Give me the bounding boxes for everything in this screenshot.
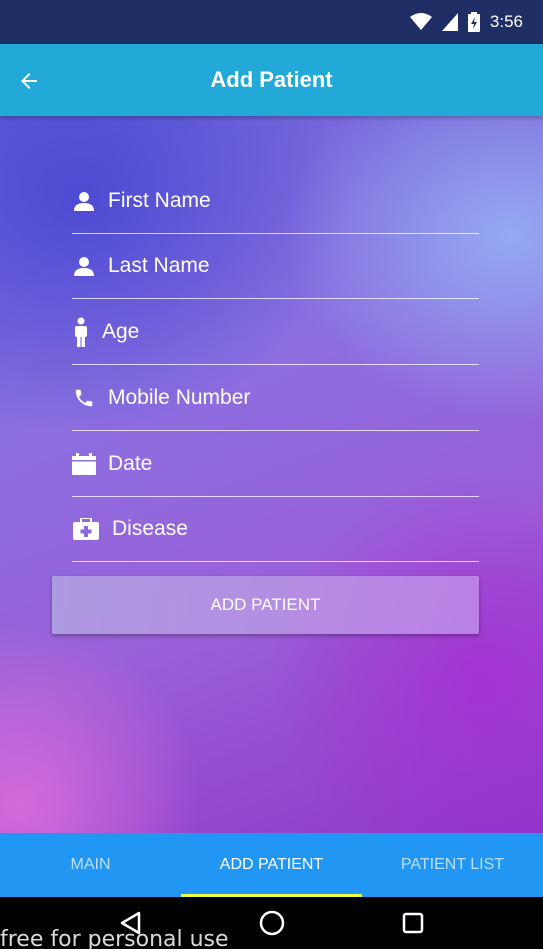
tab-main[interactable]: MAIN: [0, 833, 181, 897]
tab-add-patient-label: ADD PATIENT: [219, 856, 324, 873]
bottom-tab-bar: MAIN ADD PATIENT PATIENT LIST: [0, 833, 543, 897]
age-input[interactable]: [102, 319, 462, 344]
status-icons: 3:56: [409, 12, 523, 32]
tab-main-label: MAIN: [70, 856, 111, 873]
home-circle-icon: [259, 910, 284, 936]
add-patient-form: ADD PATIENT: [0, 116, 543, 833]
page-title: Add Patient: [210, 67, 333, 92]
man-icon: [72, 317, 90, 347]
person-icon: [72, 254, 96, 278]
battery-charging-icon: [467, 12, 480, 32]
nav-recents-button[interactable]: [393, 903, 433, 943]
app-bar: Add Patient: [0, 44, 543, 116]
first-name-field: [72, 168, 479, 234]
date-field: [72, 431, 479, 497]
disease-input[interactable]: [112, 516, 472, 541]
tab-patient-list[interactable]: PATIENT LIST: [362, 833, 543, 897]
mobile-number-input[interactable]: [108, 385, 468, 410]
last-name-input[interactable]: [108, 253, 468, 278]
last-name-field: [72, 233, 479, 299]
age-field: [72, 299, 479, 365]
back-button[interactable]: [14, 66, 44, 96]
disease-field: [72, 496, 479, 562]
add-patient-button[interactable]: ADD PATIENT: [52, 576, 479, 634]
medical-kit-icon: [72, 517, 100, 541]
mobile-number-field: [72, 365, 479, 431]
person-icon: [72, 189, 96, 213]
first-name-input[interactable]: [108, 188, 468, 213]
tab-add-patient[interactable]: ADD PATIENT: [181, 833, 362, 897]
calendar-icon: [72, 452, 96, 476]
nav-home-button[interactable]: [252, 903, 292, 943]
date-input[interactable]: [108, 451, 468, 476]
wifi-icon: [409, 13, 432, 31]
phone-icon: [72, 386, 96, 410]
nav-back-button[interactable]: [111, 903, 151, 943]
signal-icon: [441, 13, 458, 31]
back-triangle-icon: [120, 911, 140, 935]
recents-square-icon: [402, 912, 423, 934]
status-time: 3:56: [489, 12, 523, 31]
tab-patient-list-label: PATIENT LIST: [400, 856, 505, 873]
arrow-back-icon: [21, 73, 37, 89]
status-bar: 3:56: [0, 0, 543, 44]
system-nav-bar: [0, 897, 543, 949]
